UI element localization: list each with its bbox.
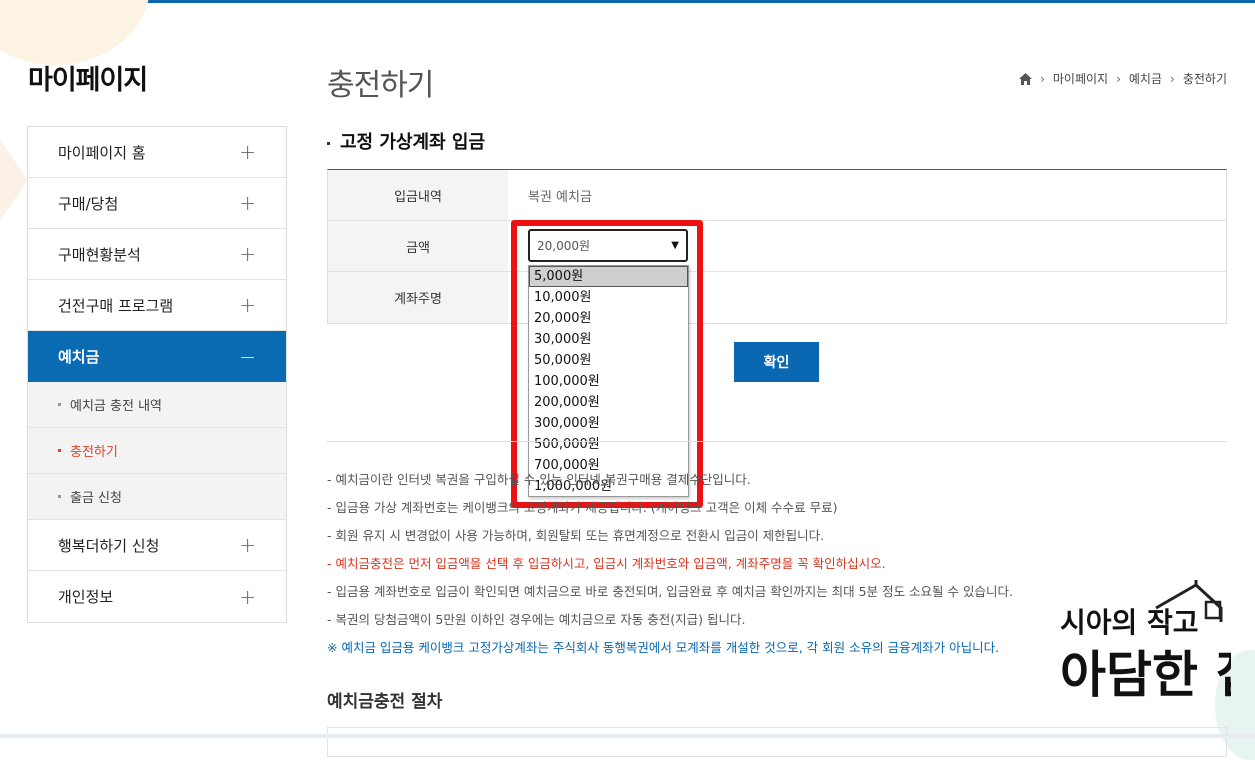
chevron-right-icon: › bbox=[1116, 71, 1121, 86]
amount-option[interactable]: 500,000원 bbox=[529, 434, 688, 455]
logo-line2: 아담한 집 bbox=[1060, 646, 1231, 704]
breadcrumb-item-current: 충전하기 bbox=[1182, 72, 1227, 86]
logo-line1: 시아의 작고 bbox=[1060, 606, 1199, 639]
amount-option[interactable]: 50,000원 bbox=[529, 350, 688, 371]
plus-icon: + bbox=[239, 584, 256, 609]
form-label: 입금내역 bbox=[328, 170, 508, 220]
sidebar-item-label: 구매/당첨 bbox=[58, 194, 119, 213]
form-row-deposit-type: 입금내역 복권 예치금 bbox=[328, 170, 1226, 221]
amount-dropdown-list: 5,000원 10,000원 20,000원 30,000원 50,000원 1… bbox=[528, 265, 689, 497]
plus-icon: + bbox=[239, 293, 256, 317]
note-item: - 예치금이란 인터넷 복권을 구입하실 수 있는 인터넷 복권구매용 결제수단… bbox=[327, 472, 751, 487]
chevron-right-icon: › bbox=[1040, 71, 1045, 86]
sidebar-item-label: 구매현황분석 bbox=[58, 245, 141, 264]
sidebar-item-label: 예치금 bbox=[58, 348, 100, 366]
form-row-amount: 금액 bbox=[328, 221, 1226, 272]
sidebar-sub-list: 예치금 충전 내역 충전하기 출금 신청 bbox=[28, 382, 286, 520]
sidebar-item-label: 마이페이지 홈 bbox=[58, 143, 146, 162]
sidebar-item-label: 행복더하기 신청 bbox=[58, 536, 160, 555]
procedure-title: 예치금충전 절차 bbox=[327, 692, 443, 712]
deposit-form-table: 입금내역 복권 예치금 금액 계좌주명 bbox=[327, 169, 1227, 324]
breadcrumb-item[interactable]: 마이페이지 bbox=[1053, 70, 1108, 87]
sidebar-sub-item-label: 예치금 충전 내역 bbox=[70, 399, 162, 414]
form-label: 금액 bbox=[328, 221, 508, 271]
amount-select-value: 20,000원 bbox=[537, 239, 591, 253]
amount-option[interactable]: 300,000원 bbox=[529, 413, 688, 434]
sidebar-sub-item-label: 충전하기 bbox=[70, 445, 118, 460]
amount-option[interactable]: 30,000원 bbox=[529, 329, 688, 350]
bullet-icon bbox=[58, 403, 61, 406]
note-item: - 회원 유지 시 변경없이 사용 가능하며, 회원탈퇴 또는 휴면계정으로 전… bbox=[327, 528, 825, 543]
note-item: - 입금용 가상 계좌번호는 케이뱅크의 고정계좌가 제공됩니다. (케이뱅크 … bbox=[327, 500, 838, 515]
sidebar-item-healthy-purchase[interactable]: 건전구매 프로그램 + bbox=[28, 280, 286, 331]
section-title-text: 고정 가상계좌 입금 bbox=[340, 132, 486, 153]
plus-icon: + bbox=[239, 140, 256, 164]
sidebar-item-happy-plus[interactable]: 행복더하기 신청 + bbox=[28, 520, 286, 571]
form-row-account-holder: 계좌주명 bbox=[328, 272, 1226, 323]
plus-icon: + bbox=[239, 533, 256, 557]
note-item-warning: - 예치금충전은 먼저 입금액을 선택 후 입금하시고, 입금시 계좌번호와 입… bbox=[327, 556, 886, 571]
bullet-icon bbox=[58, 495, 61, 498]
section-title: 고정 가상계좌 입금 bbox=[327, 128, 485, 154]
sidebar-item-analysis[interactable]: 구매현황분석 + bbox=[28, 229, 286, 280]
top-accent-line bbox=[0, 0, 1255, 3]
sidebar-item-mypage-home[interactable]: 마이페이지 홈 + bbox=[28, 127, 286, 178]
sidebar-item-personal-info[interactable]: 개인정보 + bbox=[28, 571, 286, 622]
chevron-right-icon: › bbox=[1170, 71, 1175, 86]
form-value: 복권 예치금 bbox=[528, 189, 592, 205]
procedure-box bbox=[327, 727, 1227, 757]
triangle-down-icon: ▼ bbox=[671, 240, 679, 251]
amount-option[interactable]: 200,000원 bbox=[529, 392, 688, 413]
divider bbox=[327, 441, 1227, 442]
sidebar-item-label: 개인정보 bbox=[58, 588, 114, 606]
bullet-icon bbox=[327, 141, 330, 145]
breadcrumb-item[interactable]: 예치금 bbox=[1129, 70, 1162, 87]
decorative-shape bbox=[0, 140, 28, 220]
confirm-button[interactable]: 확인 bbox=[734, 342, 819, 382]
minus-icon: − bbox=[239, 344, 256, 369]
sidebar-item-purchase[interactable]: 구매/당첨 + bbox=[28, 178, 286, 229]
sidebar-title: 마이페이지 bbox=[28, 65, 148, 96]
sidebar-nav: 마이페이지 홈 + 구매/당첨 + 구매현황분석 + 건전구매 프로그램 + 예… bbox=[27, 126, 287, 623]
plus-icon: + bbox=[239, 242, 256, 266]
amount-option[interactable]: 10,000원 bbox=[529, 287, 688, 308]
bottom-scroll-edge bbox=[0, 734, 1255, 738]
bullet-icon bbox=[58, 449, 61, 452]
plus-icon: + bbox=[239, 191, 256, 215]
sidebar-sub-item-withdraw[interactable]: 출금 신청 bbox=[28, 474, 286, 520]
decorative-circle bbox=[0, 0, 150, 65]
breadcrumb: › 마이페이지 › 예치금 › 충전하기 bbox=[1019, 70, 1227, 87]
amount-option[interactable]: 20,000원 bbox=[529, 308, 688, 329]
amount-option[interactable]: 5,000원 bbox=[529, 266, 688, 287]
sidebar-sub-item-label: 출금 신청 bbox=[70, 491, 122, 506]
home-icon[interactable] bbox=[1019, 72, 1033, 85]
amount-select[interactable]: 20,000원 ▼ bbox=[528, 229, 688, 262]
sidebar-sub-item-charge[interactable]: 충전하기 bbox=[28, 428, 286, 474]
sidebar-sub-item-deposit-history[interactable]: 예치금 충전 내역 bbox=[28, 382, 286, 428]
sidebar-item-label: 건전구매 프로그램 bbox=[58, 296, 174, 315]
sidebar-item-deposit[interactable]: 예치금 − bbox=[28, 331, 286, 382]
page-title: 충전하기 bbox=[327, 68, 434, 103]
watermark-logo: 시아의 작고 아담한 집 bbox=[1060, 580, 1231, 704]
form-label: 계좌주명 bbox=[328, 272, 508, 323]
amount-option[interactable]: 100,000원 bbox=[529, 371, 688, 392]
